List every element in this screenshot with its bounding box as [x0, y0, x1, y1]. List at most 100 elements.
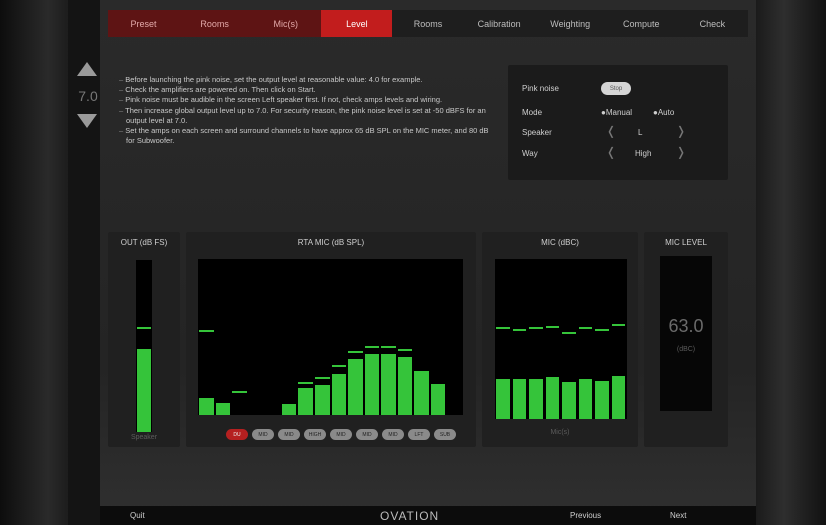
tab-compute[interactable]: Compute — [606, 10, 677, 37]
out-meter-footer: Speaker — [130, 434, 158, 441]
mic-bar — [529, 379, 543, 419]
mic-panel: MIC (dBC) Mic(s) — [482, 232, 638, 447]
way-next-icon[interactable]: ❭ — [676, 145, 686, 159]
rta-bar — [281, 404, 297, 415]
mic-bar — [545, 377, 559, 419]
previous-button[interactable]: Previous — [570, 511, 601, 520]
mic-title: MIC (dBC) — [541, 238, 579, 247]
rta-channel-button[interactable]: MID — [356, 429, 378, 440]
mic-bar — [578, 379, 592, 419]
rta-bar — [331, 374, 347, 415]
next-button[interactable]: Next — [670, 511, 686, 520]
quit-button[interactable]: Quit — [130, 511, 145, 520]
mic-bar — [512, 379, 526, 419]
output-level-value: 7.0 — [78, 88, 98, 104]
rta-peak — [381, 345, 396, 348]
mode-label: Mode — [522, 108, 543, 117]
mic-bar — [595, 380, 609, 419]
mic-level-title: MIC LEVEL — [665, 238, 707, 247]
rta-bar — [430, 383, 446, 415]
settings-panel: Pink noise Stop Mode ●Manual ●Auto Speak… — [508, 65, 728, 180]
mic-peak — [512, 329, 526, 331]
tab-bar: Preset Rooms Mic(s) Level Rooms Calibrat… — [108, 10, 748, 37]
mic-peak — [529, 327, 543, 330]
instruction-item: Then increase global output level up to … — [118, 106, 490, 126]
rta-peak — [298, 381, 313, 384]
way-value: High — [635, 149, 652, 158]
ovation-logo: OVATION — [380, 509, 440, 523]
speaker-label: Speaker — [522, 128, 552, 137]
tab-preset[interactable]: Preset — [108, 10, 180, 37]
bottom-bar: Quit OVATION Previous Next — [100, 506, 756, 525]
tab-calibration[interactable]: Calibration — [464, 10, 535, 37]
rta-peak — [397, 349, 413, 352]
rta-peak — [331, 364, 347, 367]
rta-channel-button[interactable]: SUB — [434, 429, 456, 440]
speaker-prev-icon[interactable]: ❬ — [606, 124, 616, 138]
mic-level-display: 63.0 (dBC) — [660, 256, 712, 411]
mic-peak — [562, 332, 576, 335]
rta-title: RTA MIC (dB SPL) — [297, 238, 365, 247]
rta-bar — [397, 357, 413, 415]
rta-panel: RTA MIC (dB SPL) — [186, 232, 476, 447]
rta-channel-button[interactable]: HIGH — [304, 429, 326, 440]
mic-peak — [595, 329, 609, 331]
rta-bar — [199, 397, 214, 415]
rta-channel-button[interactable]: DU — [226, 429, 248, 440]
mic-plot — [495, 259, 627, 419]
mic-level-panel: MIC LEVEL 63.0 (dBC) — [644, 232, 728, 447]
rta-channel-button[interactable]: LFT — [408, 429, 430, 440]
level-up-arrow-icon[interactable] — [77, 62, 97, 76]
rta-channel-button[interactable]: MID — [382, 429, 404, 440]
instruction-item: Check the amplifiers are powered on. The… — [118, 85, 490, 95]
mic-peak — [545, 325, 559, 328]
tab-rooms[interactable]: Rooms — [179, 10, 251, 37]
out-meter-plot — [136, 260, 152, 432]
out-meter-peak — [137, 326, 151, 329]
rta-bar — [364, 354, 380, 415]
instruction-item: Before launching the pink noise, set the… — [118, 75, 490, 85]
tab-mics[interactable]: Mic(s) — [250, 10, 322, 37]
device-frame-right — [756, 0, 826, 525]
device-frame-left — [0, 0, 68, 525]
way-prev-icon[interactable]: ❬ — [606, 145, 616, 159]
mic-bar — [562, 382, 576, 419]
out-meter-bar — [137, 349, 151, 432]
speaker-value: L — [638, 128, 643, 137]
out-meter-panel: OUT (dB FS) Speaker — [108, 232, 180, 447]
rta-bar — [298, 388, 313, 415]
tab-weighting[interactable]: Weighting — [535, 10, 606, 37]
tab-level[interactable]: Level — [321, 10, 393, 37]
rta-bar — [414, 371, 429, 415]
instruction-item: Set the amps on each screen and surround… — [118, 126, 490, 146]
instruction-item: Pink noise must be audible in the screen… — [118, 95, 490, 105]
mode-manual-radio[interactable]: ●Manual — [601, 108, 632, 117]
pink-noise-label: Pink noise — [522, 84, 559, 93]
rta-peak — [199, 330, 214, 333]
mic-level-value: 63.0 — [668, 316, 704, 336]
mic-peak — [496, 327, 510, 330]
tab-rooms-2[interactable]: Rooms — [392, 10, 463, 37]
mic-peak — [611, 324, 625, 327]
rta-channel-button[interactable]: MID — [278, 429, 300, 440]
speaker-next-icon[interactable]: ❭ — [676, 124, 686, 138]
rta-channel-button[interactable]: MID — [330, 429, 352, 440]
mic-peak — [578, 327, 592, 330]
way-label: Way — [522, 149, 538, 158]
mic-bar — [496, 379, 510, 419]
mic-bar — [611, 375, 625, 419]
level-down-arrow-icon[interactable] — [77, 114, 97, 128]
rta-bar — [215, 402, 231, 415]
pink-noise-toggle[interactable]: Stop — [601, 82, 631, 95]
mode-auto-radio[interactable]: ●Auto — [653, 108, 674, 117]
rta-channel-button[interactable]: MID — [252, 429, 274, 440]
out-meter-title: OUT (dB FS) — [120, 238, 168, 247]
rta-plot — [198, 259, 463, 415]
rta-peak — [232, 391, 247, 394]
rta-peak — [314, 377, 330, 380]
mic-footer: Mic(s) — [550, 429, 570, 436]
rta-peak — [364, 345, 380, 348]
rta-bar — [348, 358, 363, 415]
tab-check[interactable]: Check — [677, 10, 748, 37]
rta-peak — [348, 350, 363, 353]
